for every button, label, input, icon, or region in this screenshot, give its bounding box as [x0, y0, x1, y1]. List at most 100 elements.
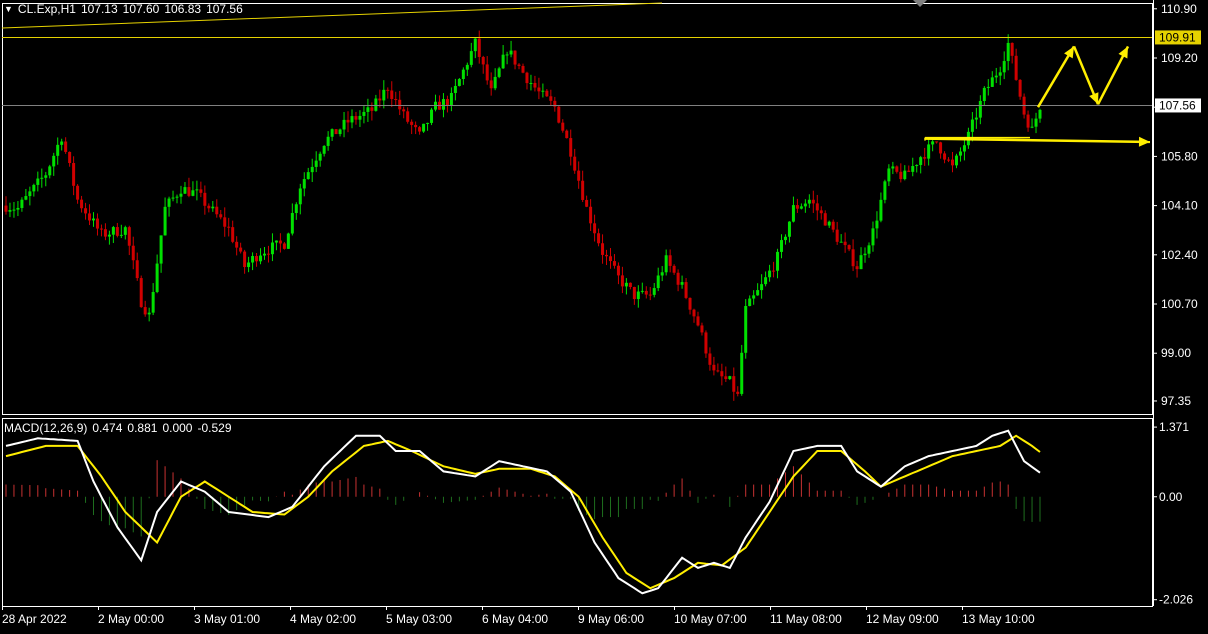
- macd-signal-line: [5, 434, 1041, 590]
- candle-body: [247, 262, 251, 268]
- candle-body: [744, 306, 748, 353]
- candle-body: [577, 170, 581, 181]
- candle-body: [374, 98, 378, 111]
- candle-body: [799, 206, 803, 209]
- candle-body: [259, 255, 263, 262]
- candle-body: [314, 160, 318, 167]
- candle-body: [513, 50, 517, 65]
- candle-body: [151, 292, 155, 313]
- candle-body: [859, 255, 863, 270]
- candle-body: [903, 170, 907, 180]
- level-price-label: 109.91: [1159, 30, 1196, 44]
- candle-body: [545, 90, 549, 97]
- candle-body: [28, 191, 32, 197]
- support-arrow[interactable]: [924, 137, 1151, 144]
- candle-body: [155, 263, 159, 293]
- candle-body: [521, 65, 525, 73]
- candle-body: [282, 243, 286, 249]
- candle-body: [139, 278, 143, 308]
- candle-body: [12, 209, 16, 211]
- candle-body: [700, 325, 704, 333]
- candle-body: [302, 179, 306, 189]
- chart-canvas[interactable]: 110.90109.20107.50105.80104.10102.40100.…: [0, 0, 1208, 629]
- candle-body: [660, 272, 664, 276]
- candle-body: [756, 290, 760, 296]
- candle-body: [811, 199, 815, 204]
- candle-body: [44, 175, 48, 178]
- candle-body: [736, 391, 740, 394]
- candle-body: [290, 213, 294, 234]
- candle-body: [310, 166, 314, 173]
- price-tick-label: 105.80: [1161, 149, 1198, 163]
- candle-body: [40, 177, 44, 179]
- candle-body: [330, 129, 334, 137]
- macd-value-1: 0.881: [127, 421, 158, 435]
- candle-body: [692, 309, 696, 317]
- candle-body: [752, 295, 756, 299]
- candle-body: [191, 190, 195, 196]
- macd-value-2: 0.000: [162, 421, 193, 435]
- candle-body: [891, 166, 895, 169]
- candle-body: [931, 141, 935, 145]
- candle-body: [143, 307, 147, 315]
- candle-body: [398, 99, 402, 110]
- candle-body: [159, 235, 163, 264]
- candle-body: [517, 64, 521, 66]
- candle-body: [1006, 42, 1010, 62]
- candle-body: [461, 69, 465, 79]
- candle-body: [16, 207, 20, 210]
- candle-body: [60, 141, 64, 145]
- candle-body: [831, 221, 835, 230]
- candle-body: [795, 205, 799, 209]
- candle-body: [593, 223, 597, 234]
- time-tick-label: 4 May 02:00: [290, 612, 356, 626]
- candle-body: [986, 86, 990, 88]
- candle-body: [36, 178, 40, 185]
- candle-body: [215, 206, 219, 215]
- dropdown-triangle-icon[interactable]: ▼: [4, 4, 13, 14]
- candle-body: [1014, 55, 1018, 80]
- time-tick-label: 12 May 09:00: [866, 612, 939, 626]
- candle-body: [740, 352, 744, 394]
- candle-body: [378, 98, 382, 101]
- candle-body: [251, 256, 255, 263]
- candle-body: [815, 203, 819, 211]
- candle-body: [664, 255, 668, 273]
- candle-body: [573, 156, 577, 171]
- time-tick-label: 3 May 01:00: [194, 612, 260, 626]
- candle-body: [589, 206, 593, 224]
- candle-body: [131, 245, 135, 261]
- candle-body: [72, 163, 76, 186]
- candle-body: [608, 256, 612, 262]
- candle-body: [628, 282, 632, 287]
- candle-body: [915, 164, 919, 167]
- candle-body: [84, 208, 88, 214]
- candle-body: [207, 205, 211, 209]
- candle-body: [720, 371, 724, 377]
- candle-body: [951, 159, 955, 166]
- candle-body: [203, 192, 207, 206]
- candle-body: [497, 68, 501, 77]
- candle-body: [656, 275, 660, 289]
- candle-body: [585, 199, 589, 207]
- candle-body: [294, 204, 298, 214]
- candle-body: [127, 227, 131, 246]
- price-tick-label: 110.90: [1161, 2, 1197, 16]
- candle-body: [863, 253, 867, 256]
- candle-body: [676, 272, 680, 285]
- candle-body: [708, 353, 712, 365]
- candle-body: [263, 253, 266, 256]
- chart-window[interactable]: 110.90109.20107.50105.80104.10102.40100.…: [0, 0, 1208, 629]
- candle-body: [911, 166, 915, 172]
- candle-body: [871, 228, 875, 246]
- candle-body: [581, 180, 585, 200]
- candle-body: [704, 332, 708, 354]
- candle-body: [760, 284, 764, 291]
- candle-body: [974, 117, 978, 120]
- candle-body: [843, 241, 847, 246]
- candle-body: [823, 213, 827, 226]
- candle-body: [493, 76, 497, 89]
- support-arrow-head: [1138, 136, 1150, 147]
- candle-body: [382, 89, 386, 101]
- time-tick-label: 5 May 03:00: [386, 612, 452, 626]
